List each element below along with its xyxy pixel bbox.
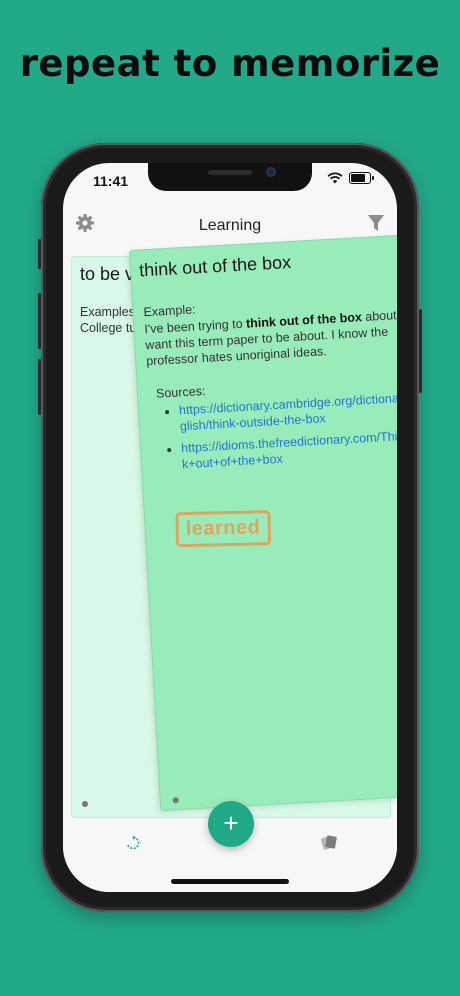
back-card-line: College tu xyxy=(80,321,137,335)
source-link[interactable]: https://dictionary.cambridge.org/diction… xyxy=(179,389,397,435)
speaker-grille xyxy=(208,170,252,175)
wifi-icon xyxy=(327,172,343,184)
source-link[interactable]: https://idioms.thefreedictionary.com/Thi… xyxy=(181,428,397,473)
status-icons xyxy=(327,172,374,184)
card-indicator-dot xyxy=(172,797,179,804)
phone-side-button xyxy=(38,239,41,269)
learned-stamp: learned xyxy=(175,510,271,548)
notch xyxy=(148,163,312,191)
back-card-title: to be v xyxy=(80,264,135,284)
phone-volume-up xyxy=(38,293,41,349)
sources-list: https://dictionary.cambridge.org/diction… xyxy=(157,389,397,480)
promo-headline: repeat to memorize xyxy=(19,42,441,85)
filter-icon[interactable] xyxy=(367,213,385,233)
page-title: Learning xyxy=(198,217,262,234)
sources-label: Sources: xyxy=(155,383,206,401)
card-indicator-dot xyxy=(82,801,88,807)
home-indicator xyxy=(171,879,289,884)
status-time: 11:41 xyxy=(93,173,129,189)
add-card-button[interactable]: + xyxy=(208,801,254,847)
phone-volume-down xyxy=(38,359,41,415)
example-label: Example: xyxy=(143,302,196,320)
back-card-body: Examples College tu xyxy=(80,304,136,336)
app-screen: 11:41 Learning to be v Examples College … xyxy=(63,163,397,892)
phone-power-button xyxy=(419,309,422,393)
card-title: think out of the box xyxy=(138,251,292,281)
refresh-icon[interactable] xyxy=(125,835,141,851)
card-front[interactable]: think out of the box Example: I've been … xyxy=(129,233,397,812)
battery-icon xyxy=(349,172,374,184)
back-card-line: Examples xyxy=(80,305,135,319)
phone-frame: 11:41 Learning to be v Examples College … xyxy=(38,143,422,912)
front-camera xyxy=(266,167,276,177)
cards-icon[interactable] xyxy=(319,834,339,850)
